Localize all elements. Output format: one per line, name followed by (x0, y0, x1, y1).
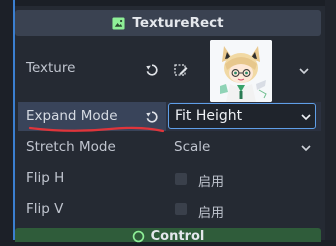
edit-texture-icon[interactable] (172, 61, 190, 79)
texture-label: Texture (26, 60, 76, 76)
section-title: TextureRect (132, 15, 224, 31)
revert-icon[interactable] (143, 61, 161, 79)
flip-h-label: Flip H (26, 170, 65, 186)
revert-icon[interactable] (143, 108, 161, 126)
scrollbar-track[interactable] (325, 0, 336, 240)
flip-h-checkbox-label[interactable]: 启用 (198, 171, 224, 190)
flip-v-checkbox-label[interactable]: 启用 (198, 202, 224, 221)
left-strip (0, 0, 15, 240)
flip-v-label: Flip V (26, 201, 64, 217)
chevron-down-icon[interactable] (300, 112, 312, 122)
expand-mode-select[interactable]: Fit Height (168, 103, 316, 129)
flip-h-checkbox[interactable] (175, 173, 187, 185)
flip-v-checkbox[interactable] (175, 203, 187, 215)
character-image (210, 40, 272, 102)
chevron-down-icon[interactable] (298, 66, 310, 76)
expand-mode-label: Expand Mode (26, 108, 118, 124)
stretch-mode-label: Stretch Mode (26, 139, 116, 155)
chevron-down-icon[interactable] (300, 143, 312, 153)
control-icon (132, 230, 144, 243)
expand-mode-value: Fit Height (175, 108, 243, 124)
texture-preview[interactable] (210, 40, 272, 102)
stretch-mode-value[interactable]: Scale (174, 139, 210, 155)
texture-rect-icon (112, 16, 125, 30)
section-header-texturerect[interactable]: TextureRect (15, 10, 321, 36)
